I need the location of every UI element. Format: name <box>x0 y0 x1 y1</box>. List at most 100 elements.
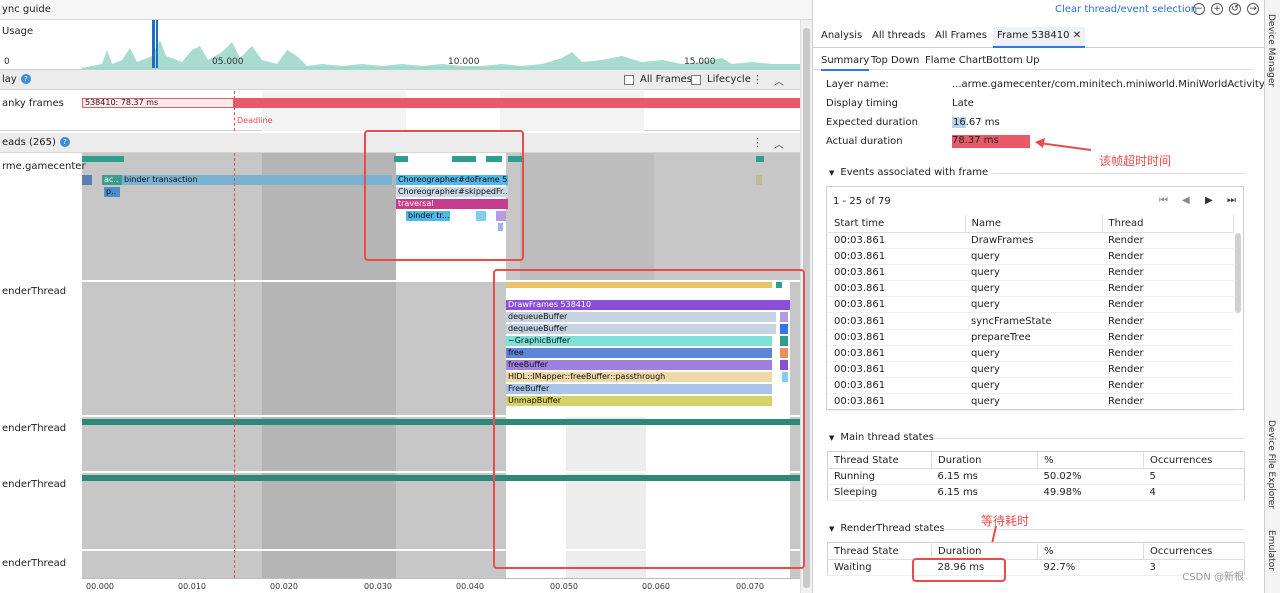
col-occurrences[interactable]: Occurrences <box>1143 451 1245 469</box>
next-page-icon[interactable]: ▶ <box>1205 195 1213 206</box>
tab-all-frames[interactable]: All Frames <box>935 30 987 41</box>
annotation-arrow <box>1035 138 1092 151</box>
collapse-icon[interactable]: ︿ <box>774 136 784 151</box>
axis-tick: 00.010 <box>178 582 206 591</box>
table-row[interactable]: 00:03.861 syncFrameState Render <box>828 312 1234 330</box>
render-states-section-title[interactable]: ▼ RenderThread states <box>829 523 945 534</box>
go-to-live-icon[interactable]: → <box>1247 3 1259 15</box>
table-row[interactable]: 00:03.861 query Render <box>828 248 1234 265</box>
table-row[interactable]: 00:03.861 query Render <box>828 393 1234 411</box>
col-percent[interactable]: % <box>1037 542 1144 560</box>
table-row[interactable]: Sleeping 6.15 ms 49.98% 4 <box>827 484 1245 502</box>
layer-name-value: ...arme.gamecenter/com.minitech.miniworl… <box>952 79 1280 90</box>
thread-label-render-2: enderThread <box>2 423 67 434</box>
table-row[interactable]: 00:03.861 query Render <box>828 345 1234 363</box>
events-title: Events associated with frame <box>840 167 989 178</box>
main-states-section-title[interactable]: ▼ Main thread states <box>829 432 934 443</box>
frame-538410-slice[interactable]: 538410: 78.37 ms <box>82 98 234 108</box>
collapse-triangle-icon: ▼ <box>829 434 835 442</box>
events-table: Start time Name Thread 00:03.861 DrawFram… <box>828 215 1234 411</box>
more-options-icon[interactable]: ⋮ <box>752 136 763 149</box>
top-bar: ync guide <box>0 0 812 20</box>
clear-selection-link[interactable]: Clear thread/event selection <box>1055 4 1197 15</box>
expected-duration-text: 16.67 ms <box>952 117 1000 128</box>
lifecycle-checkbox[interactable] <box>691 75 701 85</box>
reset-zoom-icon[interactable]: ↺ <box>1229 3 1241 15</box>
collapse-triangle-icon: ▼ <box>829 525 835 533</box>
table-row[interactable]: 00:03.861 query Render <box>828 296 1234 314</box>
usage-tick-10: 10.000 <box>448 57 480 67</box>
axis-tick: 00.070 <box>736 582 764 591</box>
tab-all-threads[interactable]: All threads <box>872 30 926 41</box>
table-row[interactable]: 00:03.861 query Render <box>828 377 1234 395</box>
collapse-icon[interactable]: ︿ <box>774 73 784 88</box>
display-timing-label: Display timing <box>826 98 898 109</box>
slice-p[interactable]: p.. <box>104 187 120 197</box>
render-states-title: RenderThread states <box>840 523 945 534</box>
first-page-icon[interactable]: ⏮ <box>1159 195 1168 206</box>
binder-transaction-slice[interactable]: binder transaction <box>122 175 392 185</box>
events-scrollbar[interactable] <box>1235 233 1241 313</box>
subtab-summary[interactable]: Summary <box>821 55 870 71</box>
table-row[interactable]: Running 6.15 ms 50.02% 5 <box>827 468 1245 486</box>
time-axis: 00.000 00.010 00.020 00.030 00.040 00.05… <box>82 578 800 593</box>
all-frames-label: All Frames <box>640 74 692 85</box>
tool-sidebar: Device Manager Device File Explorer Emul… <box>1264 0 1280 593</box>
help-icon[interactable]: ? <box>20 74 31 84</box>
last-page-icon[interactable]: ⏭ <box>1227 195 1236 206</box>
subtab-flame-chart[interactable]: Flame Chart <box>925 55 986 66</box>
col-name[interactable]: Name <box>965 215 1103 233</box>
frame-overrun-bar[interactable] <box>234 98 800 108</box>
col-start-time[interactable]: Start time <box>828 215 966 233</box>
zoom-out-icon[interactable]: − <box>1193 3 1205 15</box>
expected-duration-value: 16.67 ms <box>952 117 1000 128</box>
col-thread[interactable]: Thread <box>1102 215 1234 233</box>
col-occurrences[interactable]: Occurrences <box>1143 542 1245 560</box>
help-icon[interactable]: ? <box>59 137 70 147</box>
subtab-top-down[interactable]: Top Down <box>871 55 919 66</box>
table-row[interactable]: 00:03.861 prepareTree Render <box>828 329 1234 346</box>
cpu-usage-track[interactable]: Usage 0 05.000 10.000 15.000 <box>0 20 812 70</box>
usage-label: Usage <box>2 26 34 37</box>
table-row[interactable]: 00:03.861 query Render <box>828 264 1234 282</box>
thread-label-main: rme.gamecenter <box>2 161 86 172</box>
table-row[interactable]: 00:03.861 DrawFrames Render <box>828 232 1234 249</box>
more-options-icon[interactable]: ⋮ <box>752 73 763 86</box>
all-frames-checkbox[interactable] <box>624 75 634 85</box>
zoom-in-icon[interactable]: + <box>1211 3 1223 15</box>
col-thread-state[interactable]: Thread State <box>827 542 932 560</box>
usage-tick-5: 05.000 <box>212 57 244 67</box>
actual-duration-text: 78.37 ms <box>952 135 999 146</box>
subtab-bottom-up[interactable]: Bottom Up <box>986 55 1040 66</box>
axis-tick: 00.030 <box>364 582 392 591</box>
highlight-waiting-duration <box>912 558 1006 582</box>
axis-tick: 00.020 <box>270 582 298 591</box>
usage-tick-15: 15.000 <box>684 57 716 67</box>
display-section-header[interactable]: lay? All Frames Lifecycle ⋮ ︿ <box>0 70 800 90</box>
col-duration[interactable]: Duration <box>931 542 1038 560</box>
sidebar-emulator[interactable]: Emulator <box>1266 530 1276 571</box>
table-row[interactable]: 00:03.861 query Render <box>828 280 1234 298</box>
sidebar-device-file-explorer[interactable]: Device File Explorer <box>1266 420 1276 509</box>
events-section-title[interactable]: ▼ Events associated with frame <box>829 167 988 178</box>
tab-frame[interactable]: Frame 538410 ✕ <box>993 27 1086 48</box>
sidebar-device-manager[interactable]: Device Manager <box>1266 14 1276 87</box>
frame-timeout-annotation: 该帧超时时间 <box>1099 154 1172 168</box>
close-icon[interactable]: ✕ <box>1073 30 1081 41</box>
slice-ac[interactable]: ac.. <box>102 175 122 185</box>
thread-label-render-4: enderThread <box>2 558 67 569</box>
col-percent[interactable]: % <box>1037 451 1144 469</box>
col-thread-state[interactable]: Thread State <box>827 451 932 469</box>
usage-tick-0: 0 <box>4 57 10 67</box>
janky-frames-track[interactable]: anky frames 538410: 78.37 ms Deadline <box>0 91 800 131</box>
lifecycle-label: Lifecycle <box>707 74 751 85</box>
layer-name-label: Layer name: <box>826 79 889 90</box>
actual-duration-value: 78.37 ms <box>952 135 1030 148</box>
guide-link[interactable]: ync guide <box>2 4 51 15</box>
events-pager: 1 - 25 of 79 <box>833 196 891 207</box>
col-duration[interactable]: Duration <box>931 451 1038 469</box>
table-row[interactable]: 00:03.861 query Render <box>828 361 1234 379</box>
thread-label-render-3: enderThread <box>2 479 67 490</box>
prev-page-icon[interactable]: ◀ <box>1182 195 1190 206</box>
tab-analysis[interactable]: Analysis <box>821 30 862 41</box>
